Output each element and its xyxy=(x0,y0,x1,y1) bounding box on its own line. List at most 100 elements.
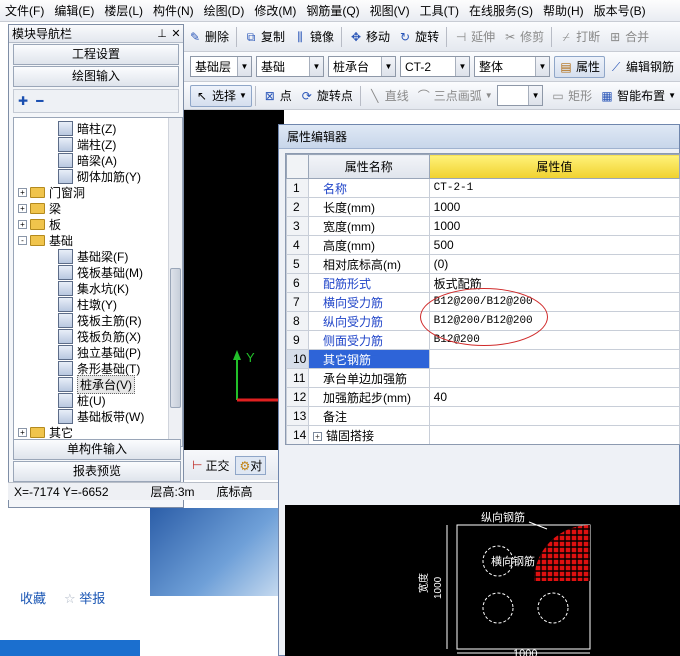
move-button[interactable]: ✥ 移动 xyxy=(345,26,394,48)
collapse-icon[interactable]: - xyxy=(18,235,27,245)
property-value[interactable]: 40 xyxy=(428,387,680,407)
property-row[interactable]: 10 其它钢筋 xyxy=(286,349,680,369)
tree-item[interactable]: 基础板带(W) xyxy=(58,408,144,424)
point-button[interactable]: ⊠ 点 xyxy=(259,85,296,107)
single-component-input-button[interactable]: 单构件输入 xyxy=(13,439,181,460)
menu-item[interactable]: 版本号(B) xyxy=(589,0,651,22)
property-row[interactable]: 1 名称 CT-2-1 xyxy=(286,178,680,198)
property-row[interactable]: 12 加强筋起步(mm) 40 xyxy=(286,387,680,407)
panel-title-bar: 模块导航栏 ⊥ ✕ xyxy=(9,25,183,43)
tree-item[interactable]: 集水坑(K) xyxy=(58,280,129,296)
mirror-button[interactable]: ⫼ 镜像 xyxy=(289,26,338,48)
property-row[interactable]: 14 + 锚固搭接 xyxy=(286,425,680,444)
scrollbar-thumb[interactable] xyxy=(170,268,181,408)
property-value[interactable]: 1000 xyxy=(428,216,680,236)
report-link[interactable]: ☆ 举报 xyxy=(64,588,105,607)
menu-item[interactable]: 文件(F) xyxy=(0,0,49,22)
copy-button[interactable]: ⧉ 复制 xyxy=(240,26,289,48)
other-tab[interactable]: ⚙对 xyxy=(235,455,267,475)
expand-icon[interactable]: + xyxy=(312,431,322,441)
menu-item[interactable]: 帮助(H) xyxy=(538,0,589,22)
component-tree[interactable]: 暗柱(Z) 端柱(Z) 暗梁(A) 砌体加筋(Y) + 门窗洞 + 梁 + 板 - 基础 基础梁(F) 筏… xyxy=(13,117,183,447)
tree-item[interactable]: 柱墩(Y) xyxy=(58,296,117,312)
close-icon[interactable]: ✕ xyxy=(169,27,183,40)
smart-layout-button[interactable]: ▦ 智能布置 ▼ xyxy=(596,85,680,107)
tree-folder[interactable]: + 门窗洞 xyxy=(18,184,85,200)
rotate-button[interactable]: ↻ 旋转 xyxy=(394,26,443,48)
menu-item[interactable]: 视图(V) xyxy=(365,0,415,22)
tree-folder[interactable]: - 基础 xyxy=(18,232,73,248)
ortho-tab[interactable]: 正交 xyxy=(205,457,229,474)
expand-icon[interactable]: + xyxy=(18,187,27,197)
unit-select[interactable]: 整体 ▼ xyxy=(474,56,550,77)
component-type-select[interactable]: 桩承台 ▼ xyxy=(328,56,396,77)
arc-button[interactable]: ⌒ 三点画弧 ▼ xyxy=(413,85,497,107)
tree-folder[interactable]: + 板 xyxy=(18,216,61,232)
favorite-link[interactable]: 收藏 xyxy=(20,588,46,607)
menu-item[interactable]: 构件(N) xyxy=(148,0,199,22)
rotate-point-button[interactable]: ⟳ 旋转点 xyxy=(296,85,357,107)
tree-item[interactable]: 筏板负筋(X) xyxy=(58,328,141,344)
select-button[interactable]: ↖ 选择 ▼ xyxy=(190,84,252,107)
property-value[interactable]: 1000 xyxy=(428,197,680,217)
tree-item[interactable]: 桩承台(V) xyxy=(58,374,135,394)
merge-button[interactable]: ⊞ 合并 xyxy=(604,26,653,48)
property-value[interactable]: (0) xyxy=(428,254,680,274)
property-row[interactable]: 5 相对底标高(m) (0) xyxy=(286,254,680,274)
delete-button[interactable]: ✎ 删除 xyxy=(184,26,233,48)
tree-scrollbar[interactable] xyxy=(168,118,182,446)
tree-item[interactable]: 筏板主筋(R) xyxy=(58,312,142,328)
property-value[interactable] xyxy=(428,368,680,388)
property-row[interactable]: 13 备注 xyxy=(286,406,680,426)
project-settings-button[interactable]: 工程设置 xyxy=(13,44,179,65)
floor-select[interactable]: 基础层 ▼ xyxy=(190,56,252,77)
property-value[interactable]: CT-2-1 xyxy=(428,178,680,198)
property-value[interactable] xyxy=(428,425,680,444)
expand-all-icon[interactable]: ✚ xyxy=(18,94,28,108)
tree-item[interactable]: 端柱(Z) xyxy=(58,136,116,152)
break-button[interactable]: ⌿ 打断 xyxy=(555,26,604,48)
property-row[interactable]: 3 宽度(mm) 1000 xyxy=(286,216,680,236)
menu-item[interactable]: 编辑(E) xyxy=(49,0,99,22)
menu-item[interactable]: 楼层(L) xyxy=(99,0,148,22)
tree-item[interactable]: 筏板基础(M) xyxy=(58,264,143,280)
expand-icon[interactable]: + xyxy=(18,219,27,229)
menu-item[interactable]: 在线服务(S) xyxy=(464,0,538,22)
tree-item[interactable]: 桩(U) xyxy=(58,392,106,408)
property-row[interactable]: 2 长度(mm) 1000 xyxy=(286,197,680,217)
drawing-canvas[interactable]: Y xyxy=(184,110,284,450)
property-row[interactable]: 11 承台单边加强筋 xyxy=(286,368,680,388)
tree-item[interactable]: 暗梁(A) xyxy=(58,152,117,168)
property-value[interactable]: 500 xyxy=(428,235,680,255)
edit-rebar-button[interactable]: ⟋ 编辑钢筋 xyxy=(605,56,678,78)
draw-input-button[interactable]: 绘图输入 xyxy=(13,66,179,87)
arc-option-select[interactable]: ▼ xyxy=(496,85,544,106)
expand-icon[interactable]: + xyxy=(18,427,27,437)
rectangle-button[interactable]: ▭ 矩形 xyxy=(547,85,596,107)
collapse-all-icon[interactable]: ━ xyxy=(36,94,43,108)
report-preview-button[interactable]: 报表预览 xyxy=(13,461,181,482)
tree-folder[interactable]: + 其它 xyxy=(18,424,73,440)
menu-item[interactable]: 绘图(D) xyxy=(199,0,250,22)
property-row[interactable]: 4 高度(mm) 500 xyxy=(286,235,680,255)
property-value[interactable] xyxy=(428,406,680,426)
tree-item[interactable]: 砌体加筋(Y) xyxy=(58,168,141,184)
trim-button[interactable]: ✂ 修剪 xyxy=(499,26,548,48)
component-name-select[interactable]: CT-2 ▼ xyxy=(400,56,470,77)
expand-icon[interactable]: + xyxy=(18,203,27,213)
tree-item[interactable]: 基础梁(F) xyxy=(58,248,128,264)
tree-folder[interactable]: + 梁 xyxy=(18,200,61,216)
property-button[interactable]: ▤ 属性 xyxy=(554,55,606,78)
category-select[interactable]: 基础 ▼ xyxy=(256,56,324,77)
cursor-icon: ↖ xyxy=(196,88,208,103)
tree-tools: ✚ ━ xyxy=(13,89,179,113)
tree-item[interactable]: 暗柱(Z) xyxy=(58,120,116,136)
line-button[interactable]: ╲ 直线 xyxy=(364,85,413,107)
menu-item[interactable]: 钢筋量(Q) xyxy=(301,0,364,22)
tree-item[interactable]: 独立基础(P) xyxy=(58,344,141,360)
extend-button[interactable]: ⊣ 延伸 xyxy=(450,26,499,48)
menu-item[interactable]: 工具(T) xyxy=(415,0,464,22)
menu-item[interactable]: 修改(M) xyxy=(249,0,301,22)
pin-icon[interactable]: ⊥ xyxy=(155,27,169,40)
property-value[interactable] xyxy=(428,349,680,369)
